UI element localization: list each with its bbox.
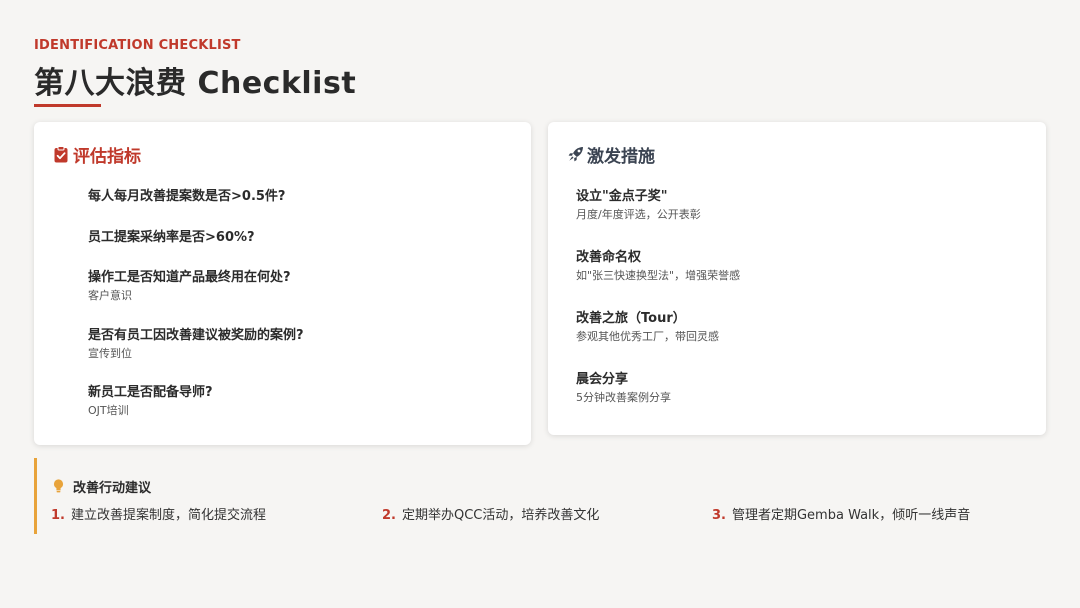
item-title: 每人每月改善提案数是否>0.5件?	[88, 189, 286, 204]
action-text: 定期举办QCC活动，培养改善文化	[401, 508, 600, 523]
list-item: 员工提案采纳率是否>60%?	[88, 230, 518, 246]
action-heading-label: 改善行动建议	[73, 481, 152, 496]
item-title: 设立"金点子奖"	[576, 189, 668, 204]
eyebrow-label: IDENTIFICATION CHECKLIST	[34, 38, 241, 53]
list-item: 设立"金点子奖" 月度/年度评选，公开表彰	[576, 189, 1016, 222]
lightbulb-icon	[53, 478, 65, 495]
evaluation-heading-label: 评估指标	[73, 147, 141, 167]
list-item: 是否有员工因改善建议被奖励的案例? 宣传到位	[88, 328, 518, 361]
page-title: 第八大浪费 Checklist	[34, 66, 357, 101]
item-subtitle: 宣传到位	[88, 347, 132, 360]
measures-heading-label: 激发措施	[587, 147, 655, 167]
action-item: 1. 建立改善提案制度，简化提交流程	[51, 504, 266, 523]
measures-card: 激发措施 设立"金点子奖" 月度/年度评选，公开表彰 改善命名权 如"张三快速换…	[548, 122, 1046, 435]
action-number: 3.	[712, 508, 726, 523]
item-subtitle: 5分钟改善案例分享	[576, 391, 671, 404]
action-text: 建立改善提案制度，简化提交流程	[70, 508, 266, 523]
list-item: 每人每月改善提案数是否>0.5件?	[88, 189, 518, 205]
rocket-icon	[568, 146, 584, 164]
item-subtitle: 参观其他优秀工厂，带回灵感	[576, 330, 719, 343]
action-panel: 改善行动建议 1. 建立改善提案制度，简化提交流程 2. 定期举办QCC活动，培养改…	[34, 458, 1046, 534]
item-title: 员工提案采纳率是否>60%?	[88, 230, 255, 245]
item-subtitle: 月度/年度评选，公开表彰	[576, 208, 701, 221]
list-item: 改善之旅（Tour） 参观其他优秀工厂，带回灵感	[576, 311, 1016, 344]
action-heading: 改善行动建议	[53, 477, 151, 496]
action-number: 1.	[51, 508, 65, 523]
list-item: 晨会分享 5分钟改善案例分享	[576, 372, 1016, 405]
evaluation-heading: 评估指标	[54, 142, 141, 167]
item-title: 是否有员工因改善建议被奖励的案例?	[88, 328, 304, 343]
action-number: 2.	[382, 508, 396, 523]
item-title: 新员工是否配备导师?	[88, 385, 213, 400]
item-title: 晨会分享	[576, 372, 629, 387]
item-subtitle: 客户意识	[88, 289, 132, 302]
action-item: 3. 管理者定期Gemba Walk，倾听一线声音	[712, 504, 970, 523]
list-item: 改善命名权 如"张三快速换型法"，增强荣誉感	[576, 250, 1016, 283]
item-subtitle: 如"张三快速换型法"，增强荣誉感	[576, 269, 741, 282]
list-item: 新员工是否配备导师? OJT培训	[88, 385, 518, 418]
action-text: 管理者定期Gemba Walk，倾听一线声音	[731, 508, 971, 523]
title-underline	[34, 104, 101, 107]
evaluation-card: 评估指标 每人每月改善提案数是否>0.5件? 员工提案采纳率是否>60%? 操作…	[34, 122, 531, 445]
item-title: 改善命名权	[576, 250, 642, 265]
slide: IDENTIFICATION CHECKLIST 第八大浪费 Checklist…	[0, 0, 1080, 608]
item-title: 操作工是否知道产品最终用在何处?	[88, 270, 291, 285]
action-item: 2. 定期举办QCC活动，培养改善文化	[382, 504, 599, 523]
clipboard-check-icon	[54, 145, 70, 164]
measures-heading: 激发措施	[568, 142, 655, 167]
action-list: 1. 建立改善提案制度，简化提交流程 2. 定期举办QCC活动，培养改善文化 3. 管…	[37, 504, 1049, 524]
item-title: 改善之旅（Tour）	[576, 311, 686, 326]
item-subtitle: OJT培训	[88, 404, 129, 417]
list-item: 操作工是否知道产品最终用在何处? 客户意识	[88, 270, 518, 303]
